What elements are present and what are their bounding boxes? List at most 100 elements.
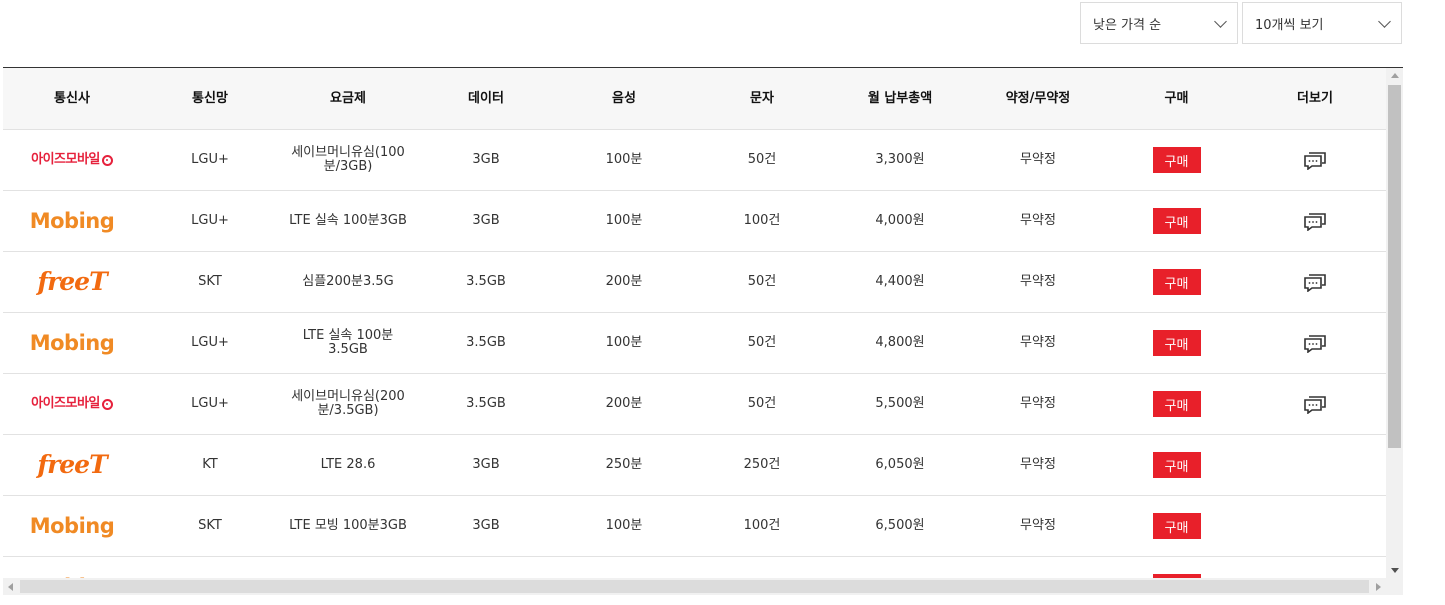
buy-button[interactable]: 구매	[1152, 330, 1201, 356]
cell-network	[141, 557, 279, 578]
voice-value: 100분	[605, 518, 643, 533]
cell-data: 3.5GB	[417, 374, 555, 434]
cell-sms: 50건	[693, 374, 831, 434]
cell-network: LGU+	[141, 374, 279, 434]
network-value: SKT	[198, 518, 222, 533]
cell-more	[1246, 435, 1384, 495]
cell-sms: 100건	[693, 191, 831, 251]
cell-buy: 구매	[1107, 374, 1246, 434]
vertical-scroll-thumb[interactable]	[1388, 85, 1401, 448]
scroll-right-icon[interactable]	[1376, 583, 1381, 591]
header-buy: 구매	[1164, 90, 1189, 106]
scroll-up-icon[interactable]	[1391, 73, 1399, 78]
buy-button[interactable]: 구매	[1152, 391, 1201, 417]
cell-price: 5,500원	[831, 374, 969, 434]
cell-network: SKT	[141, 252, 279, 312]
scroll-left-icon[interactable]	[8, 583, 13, 591]
data-value: 3GB	[472, 518, 500, 533]
freet-logo: freeT	[37, 450, 107, 479]
header-more: 더보기	[1297, 90, 1333, 106]
izs-mark-icon	[101, 154, 113, 166]
carrier-name: 아이즈모바일	[31, 152, 100, 167]
contract-value: 무약정	[1020, 152, 1056, 167]
header-contract: 약정/무약정	[1005, 90, 1071, 106]
carrier-logo: 아이즈모바일	[3, 374, 141, 434]
cell-contract: 무약정	[969, 496, 1107, 556]
data-value: 3GB	[472, 213, 500, 228]
buy-button[interactable]: 구매	[1152, 513, 1201, 539]
horizontal-scrollbar[interactable]	[3, 578, 1386, 595]
sort-select-value: 낮은 가격 순	[1093, 17, 1162, 33]
chat-bubble-icon[interactable]	[1303, 150, 1327, 170]
data-value: 3GB	[472, 457, 500, 472]
chat-bubble-icon[interactable]	[1303, 211, 1327, 231]
cell-voice: 100분	[555, 130, 693, 190]
cell-contract	[969, 557, 1107, 578]
plan-value: LTE 실속 100분3.5GB	[302, 328, 394, 357]
data-value: 3.5GB	[466, 274, 506, 289]
cell-more	[1246, 191, 1384, 251]
chat-bubble-icon[interactable]	[1303, 333, 1327, 353]
cell-buy: 구매	[1107, 557, 1246, 578]
cell-buy: 구매	[1107, 252, 1246, 312]
table-body: 아이즈모바일 LGU+ 세이브머니유심(100분/3GB) 3GB 100분 50건 3,3…	[3, 130, 1386, 578]
table-row: freeT KT LTE 28.6 3GB 250분 250건 6,050원 무약정 구매	[3, 435, 1386, 496]
horizontal-scroll-thumb[interactable]	[20, 580, 1369, 593]
chevron-down-icon	[1378, 14, 1391, 28]
cell-price: 3,300원	[831, 130, 969, 190]
table-row: 아이즈모바일 LGU+ 세이브머니유심(200분/3.5GB) 3.5GB 200분 50…	[3, 374, 1386, 435]
buy-button[interactable]: 구매	[1152, 147, 1201, 173]
cell-data	[417, 557, 555, 578]
izs-mark-icon	[101, 398, 113, 410]
chat-bubble-icon[interactable]	[1303, 272, 1327, 292]
voice-value: 200분	[605, 274, 643, 289]
contract-value: 무약정	[1020, 213, 1056, 228]
plan-value: 세이브머니유심(200분/3.5GB)	[291, 389, 405, 418]
cell-voice	[555, 557, 693, 578]
buy-button[interactable]: 구매	[1152, 208, 1201, 234]
filter-controls: 낮은 가격 순 10개씩 보기	[1080, 2, 1402, 44]
cell-price: 4,000원	[831, 191, 969, 251]
izs-mobile-logo: 아이즈모바일	[31, 153, 113, 167]
cell-network: SKT	[141, 496, 279, 556]
carrier-logo: freeT	[3, 252, 141, 312]
carrier-logo: freeT	[3, 435, 141, 495]
cell-contract: 무약정	[969, 191, 1107, 251]
sms-value: 100건	[743, 213, 781, 228]
sms-value: 50건	[747, 335, 777, 350]
price-value: 3,300원	[875, 152, 925, 167]
cell-buy: 구매	[1107, 191, 1246, 251]
contract-value: 무약정	[1020, 518, 1056, 533]
cell-price: 6,500원	[831, 496, 969, 556]
header-data: 데이터	[468, 90, 504, 106]
cell-plan: LTE 실속 100분3.5GB	[279, 313, 417, 373]
buy-button[interactable]: 구매	[1152, 452, 1201, 478]
plan-value: LTE 모빙 100분3GB	[289, 518, 407, 533]
sort-select[interactable]: 낮은 가격 순	[1080, 2, 1238, 44]
cell-more	[1246, 252, 1384, 312]
cell-network: KT	[141, 435, 279, 495]
vertical-scrollbar[interactable]	[1386, 68, 1403, 578]
scroll-down-icon[interactable]	[1391, 568, 1399, 573]
chat-bubble-icon[interactable]	[1303, 394, 1327, 414]
buy-button[interactable]: 구매	[1152, 269, 1201, 295]
cell-more	[1246, 496, 1384, 556]
plan-value: LTE 실속 100분3GB	[289, 213, 407, 228]
carrier-logo: Mobing	[3, 313, 141, 373]
mobing-logo: Mobing	[29, 209, 115, 233]
network-value: LGU+	[191, 396, 229, 411]
cell-buy: 구매	[1107, 313, 1246, 373]
price-value: 4,800원	[875, 335, 925, 350]
price-value: 6,050원	[875, 457, 925, 472]
cell-plan	[279, 557, 417, 578]
per-page-select-value: 10개씩 보기	[1255, 17, 1324, 33]
cell-plan: 심플200분3.5G	[279, 252, 417, 312]
cell-sms: 100건	[693, 496, 831, 556]
carrier-logo: Mobing	[3, 191, 141, 251]
cell-voice: 100분	[555, 496, 693, 556]
cell-voice: 250분	[555, 435, 693, 495]
per-page-select[interactable]: 10개씩 보기	[1242, 2, 1402, 44]
carrier-name: 아이즈모바일	[31, 396, 100, 411]
price-value: 4,400원	[875, 274, 925, 289]
cell-sms	[693, 557, 831, 578]
